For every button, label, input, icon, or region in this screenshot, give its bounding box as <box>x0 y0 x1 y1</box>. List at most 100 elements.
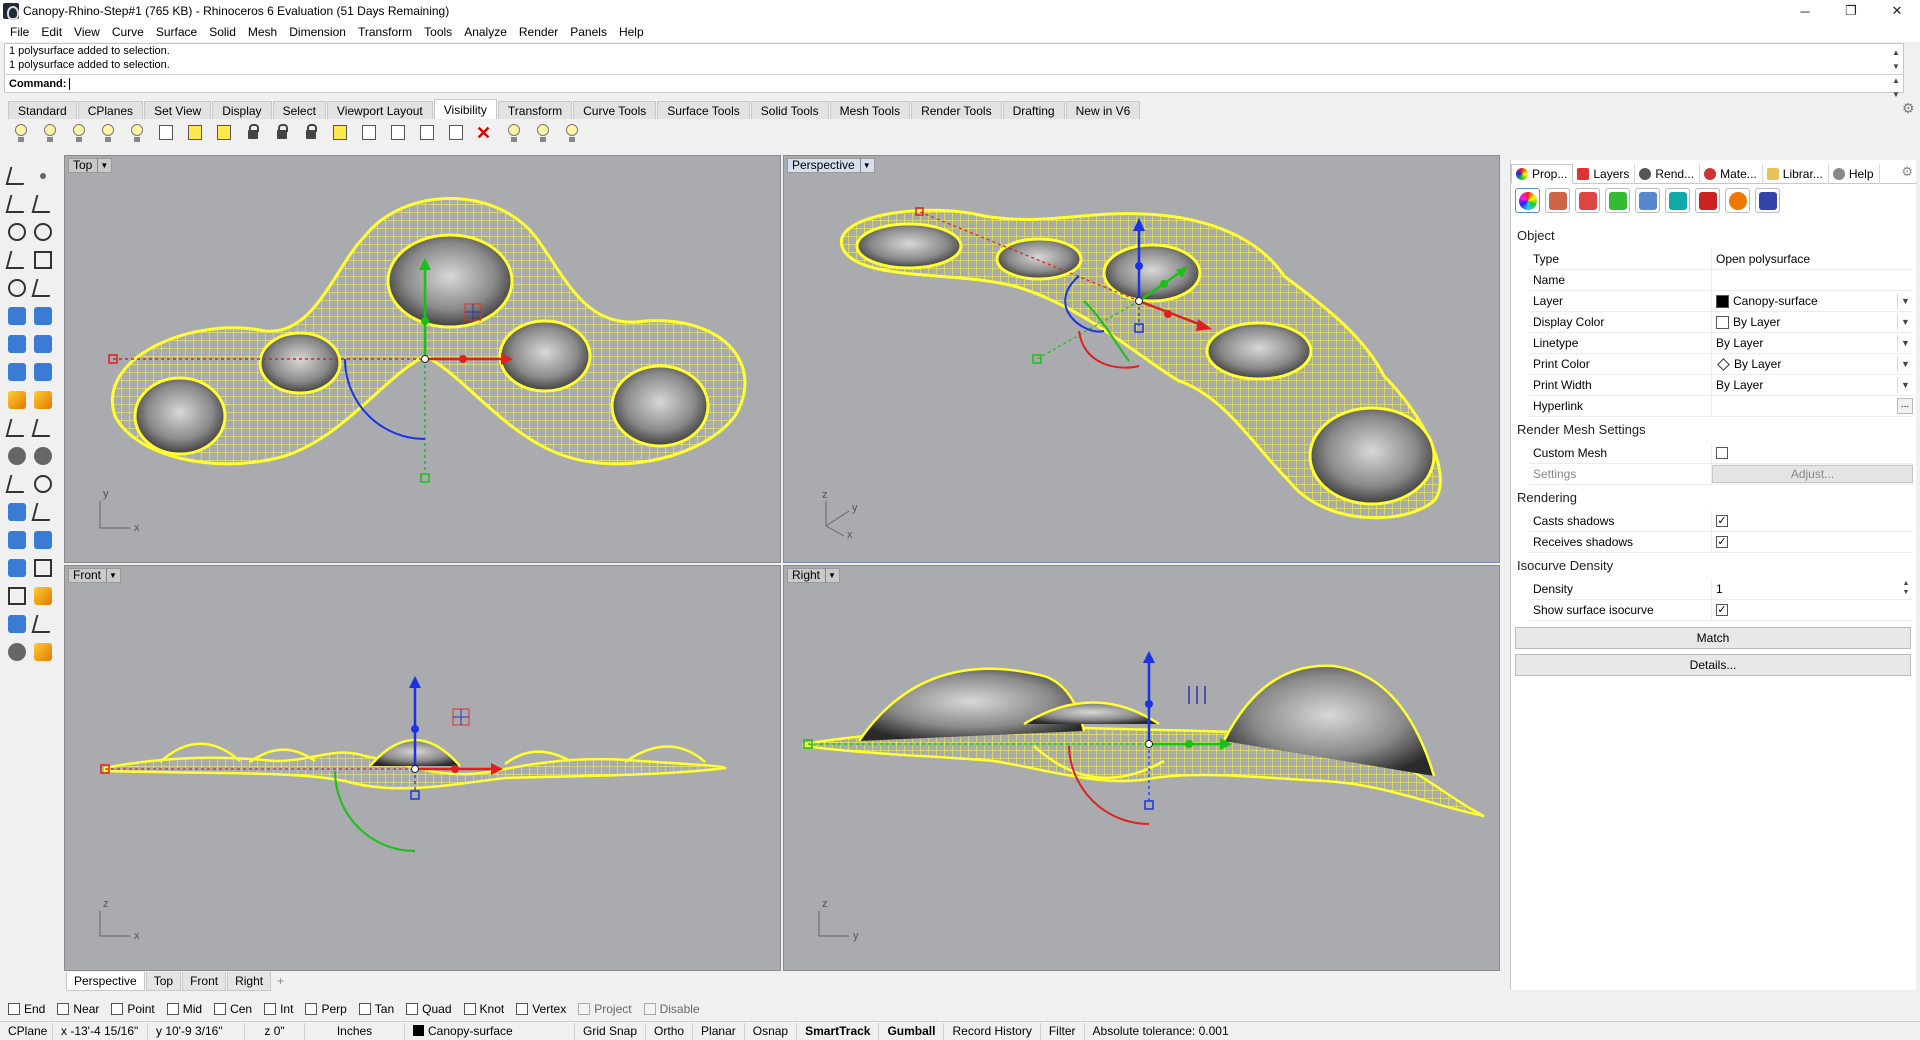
show-points-icon[interactable] <box>184 122 206 144</box>
circle-icon[interactable] <box>4 218 30 246</box>
checkbox[interactable] <box>8 1003 20 1015</box>
tab-render-tools[interactable]: Render Tools <box>911 101 1002 119</box>
menu-transform[interactable]: Transform <box>352 22 418 42</box>
surface-corner-icon[interactable] <box>4 302 30 330</box>
isolate-icon[interactable] <box>329 122 351 144</box>
tab-visibility[interactable]: Visibility <box>433 99 497 119</box>
material-icon[interactable] <box>1695 188 1720 213</box>
name-input[interactable] <box>1711 269 1913 291</box>
menu-view[interactable]: View <box>68 22 106 42</box>
dimension-icon[interactable] <box>30 498 56 526</box>
menu-mesh[interactable]: Mesh <box>242 22 283 42</box>
restore-button[interactable]: ❐ <box>1828 0 1874 22</box>
status-ortho[interactable]: Ortho <box>646 1022 694 1040</box>
menu-render[interactable]: Render <box>513 22 564 42</box>
chevron-down-icon[interactable]: ▼ <box>1897 292 1913 309</box>
hide-points-icon[interactable] <box>155 122 177 144</box>
tab-mesh-tools[interactable]: Mesh Tools <box>829 101 911 119</box>
status-grid-snap[interactable]: Grid Snap <box>575 1022 647 1040</box>
swap-points-icon[interactable] <box>213 122 235 144</box>
show-lights-icon[interactable] <box>503 122 525 144</box>
viewport-title-perspective[interactable]: Perspective ▼ <box>787 158 875 173</box>
osnap-mid[interactable]: Mid <box>166 1002 202 1016</box>
checkbox[interactable] <box>516 1003 529 1015</box>
command-scrollbar[interactable]: ▲ ▼ ▲ ▼ <box>1891 46 1901 102</box>
menu-panels[interactable]: Panels <box>564 22 613 42</box>
object-properties-icon[interactable] <box>1515 188 1540 213</box>
hide-in-view-icon[interactable] <box>445 122 467 144</box>
ruler-icon[interactable] <box>30 554 56 582</box>
clear-hidden-icon[interactable]: ✕ <box>474 122 496 144</box>
panel-tab-render[interactable]: Rend... <box>1635 164 1701 184</box>
display-color-select[interactable]: By Layer ▼ <box>1711 311 1913 333</box>
fillet-curve-icon[interactable] <box>30 274 56 302</box>
menu-edit[interactable]: Edit <box>35 22 68 42</box>
viewport-tab-right[interactable]: Right <box>227 972 272 991</box>
match-button[interactable]: Match <box>1515 627 1911 649</box>
select-arrow-icon[interactable] <box>4 162 30 190</box>
layer-select[interactable]: Canopy-surface ▼ <box>1711 290 1913 312</box>
mirror-icon[interactable] <box>30 526 56 554</box>
viewport-right[interactable]: z y Right ▼ <box>783 565 1500 971</box>
split-icon[interactable] <box>30 414 56 442</box>
checkbox[interactable] <box>358 1003 371 1015</box>
scale-icon[interactable] <box>4 526 30 554</box>
panel-tab-materials[interactable]: Mate... <box>1700 164 1763 184</box>
osnap-knot[interactable]: Knot <box>463 1002 504 1016</box>
boolean-union-icon[interactable] <box>30 330 56 358</box>
toolbar-gear-icon[interactable]: ⚙ <box>1902 100 1915 117</box>
menu-surface[interactable]: Surface <box>150 22 203 42</box>
checkbox[interactable] <box>305 1003 318 1015</box>
menu-tools[interactable]: Tools <box>418 22 458 42</box>
viewport-menu-chevron-down-icon[interactable]: ▼ <box>97 158 108 173</box>
right-canvas[interactable]: z y <box>784 566 1500 971</box>
hyperlink-browse-button[interactable]: ... <box>1897 397 1913 414</box>
lock-objects-icon[interactable] <box>242 122 264 144</box>
array-icon[interactable] <box>4 582 30 610</box>
panel-tab-properties[interactable]: Prop... <box>1511 164 1574 184</box>
lock-swap-icon[interactable] <box>300 122 322 144</box>
viewport-tab-front[interactable]: Front <box>182 972 227 991</box>
viewport-menu-chevron-down-icon[interactable]: ▼ <box>106 568 117 583</box>
point-icon[interactable] <box>30 162 56 190</box>
viewport-title-front[interactable]: Front ▼ <box>68 568 121 583</box>
top-canvas[interactable]: y x <box>65 156 781 563</box>
menu-solid[interactable]: Solid <box>203 22 242 42</box>
shut-lining-icon[interactable] <box>1635 188 1660 213</box>
print-color-select[interactable]: By Layer ▼ <box>1711 353 1913 375</box>
lights-icon[interactable] <box>30 638 56 666</box>
hide-lights-icon[interactable] <box>532 122 554 144</box>
tab-surface-tools[interactable]: Surface Tools <box>657 101 750 119</box>
chevron-down-icon[interactable]: ▼ <box>1897 376 1913 393</box>
chevron-down-icon[interactable]: ▼ <box>1897 313 1913 330</box>
panel-tab-libraries[interactable]: Librar... <box>1763 164 1829 184</box>
osnap-disable[interactable]: Disable <box>643 1002 700 1016</box>
receives-shadows-checkbox[interactable]: ✓ <box>1716 536 1728 548</box>
curve-piping-icon[interactable] <box>1545 188 1570 213</box>
unisolate-icon[interactable] <box>358 122 380 144</box>
density-input[interactable]: 1 ▲ ▼ <box>1711 578 1913 600</box>
viewport-tab-perspective[interactable]: Perspective <box>66 972 145 991</box>
tab-transform[interactable]: Transform <box>497 101 573 119</box>
front-canvas[interactable]: z x <box>65 566 781 971</box>
mesh-icon[interactable] <box>30 358 56 386</box>
command-line[interactable]: Command: <box>5 74 1903 92</box>
tab-viewport-layout[interactable]: Viewport Layout <box>326 101 433 119</box>
unlock-objects-icon[interactable] <box>271 122 293 144</box>
hide-objects-icon[interactable] <box>39 122 61 144</box>
osnap-project[interactable]: Project <box>578 1002 632 1016</box>
ellipse-icon[interactable] <box>4 274 30 302</box>
trim-icon[interactable] <box>4 414 30 442</box>
render-icon[interactable] <box>4 638 30 666</box>
casts-shadows-checkbox[interactable]: ✓ <box>1716 515 1728 527</box>
adjust-button[interactable]: Adjust... <box>1712 465 1913 483</box>
extrude-icon[interactable] <box>4 358 30 386</box>
add-viewport-tab-icon[interactable]: + <box>272 972 289 991</box>
checkbox[interactable] <box>214 1003 227 1015</box>
tab-display[interactable]: Display <box>212 101 272 119</box>
status-planar[interactable]: Planar <box>693 1022 745 1040</box>
status-osnap[interactable]: Osnap <box>745 1022 798 1040</box>
command-input[interactable] <box>69 77 71 90</box>
linetype-select[interactable]: By Layer ▼ <box>1711 332 1913 354</box>
tab-new-in-v6[interactable]: New in V6 <box>1065 101 1141 119</box>
